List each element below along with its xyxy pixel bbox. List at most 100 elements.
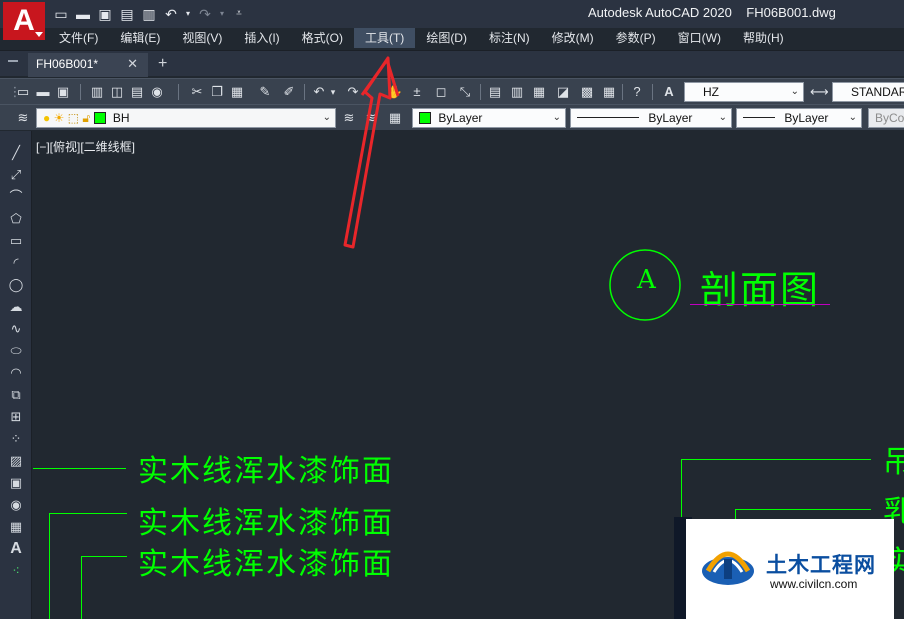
leader-line [735,509,871,510]
markup-icon[interactable]: ▩ [578,83,596,101]
title-bar: ▭ ▬ ▣ ▤ ▥ ↶ ▾ ↷ ▾ ⩡ Autodesk AutoCAD 202… [0,0,904,28]
chevron-down-icon [35,32,43,37]
spline-icon[interactable]: ∿ [6,319,26,339]
plot-preview-icon[interactable]: ◫ [108,83,126,101]
zoom-window-icon[interactable]: ◻ [432,83,450,101]
multiline-text-icon[interactable]: A [6,539,26,559]
dim-style-icon[interactable]: ⟷ [810,83,829,101]
add-selected-icon[interactable]: ⁖ [6,561,26,581]
viewport-freeze-icon[interactable]: ⬚ [68,111,79,125]
save-as-icon[interactable]: ▤ [118,5,136,23]
ellipse-arc-icon[interactable]: ◠ [6,363,26,383]
leader-line [681,459,871,460]
hatch-icon[interactable]: ▨ [6,451,26,471]
point-icon[interactable]: ⁘ [6,429,26,449]
toolbar-separator [480,84,481,100]
lock-icon[interactable]: 🔓︎ [82,111,90,125]
ellipse-icon[interactable]: ⬭ [6,341,26,361]
plotstyle-select[interactable]: ByCo [868,108,904,128]
plot-icon[interactable]: ▥ [88,83,106,101]
redo-icon[interactable]: ↷ [344,83,362,101]
pan-icon[interactable]: ✋ [386,83,404,101]
layer-states-icon[interactable]: ▦ [386,109,404,127]
undo-icon[interactable]: ↶ [162,5,180,23]
polygon-icon[interactable]: ⬠ [6,209,26,229]
match-properties-icon[interactable]: ✎ [256,83,274,101]
cut-icon[interactable]: ✂ [188,83,206,101]
publish-web-icon[interactable]: ◉ [148,83,166,101]
zoom-realtime-icon[interactable]: ± [408,83,426,101]
new-icon[interactable]: ▭ [14,83,32,101]
tab-menu-icon[interactable] [8,60,18,62]
color-select[interactable]: ByLayer ⌄ [412,108,566,128]
sun-icon[interactable]: ☀ [54,111,65,125]
construction-line-icon[interactable]: ⤢ [6,165,26,185]
revision-cloud-icon[interactable]: ☁ [6,297,26,317]
linetype-select[interactable]: ByLayer ⌄ [570,108,732,128]
menu-format[interactable]: 格式(O) [291,28,354,48]
make-block-icon[interactable]: ⊞ [6,407,26,427]
design-center-icon[interactable]: ▥ [508,83,526,101]
line-icon[interactable]: ╱ [6,143,26,163]
chevron-down-icon: ⌄ [322,112,331,123]
insert-block-icon[interactable]: ⧉ [6,385,26,405]
new-file-icon[interactable]: ▭ [52,5,70,23]
redo-dropdown-icon[interactable]: ▾ [218,5,226,23]
region-icon[interactable]: ◉ [6,495,26,515]
layer-previous-icon[interactable]: ≋ [362,109,380,127]
open-folder-icon[interactable]: ▬ [74,5,92,23]
menu-dimension[interactable]: 标注(N) [478,28,541,48]
section-bubble-label: A [637,265,656,295]
text-style-select[interactable]: HZ ⌄ [684,82,804,102]
arc-icon[interactable]: ◜ [6,253,26,273]
layer-color-swatch [93,112,106,124]
table-icon[interactable]: ▦ [6,517,26,537]
layer-properties-icon[interactable]: ≋ [14,109,32,127]
undo-dropdown-icon[interactable]: ▾ [184,5,192,23]
customize-qat-icon[interactable]: ⩡ [230,5,248,23]
new-tab-icon[interactable]: + [158,55,167,73]
menu-edit[interactable]: 编辑(E) [109,28,171,48]
close-icon[interactable]: ✕ [127,53,138,75]
menu-help[interactable]: 帮助(H) [732,28,795,48]
publish-icon[interactable]: ▤ [128,83,146,101]
menu-tools[interactable]: 工具(T) [353,28,416,48]
polyline-icon[interactable]: ⌒ [6,187,26,207]
properties-icon[interactable]: ▤ [486,83,504,101]
sheet-set-icon[interactable]: ◪ [554,83,572,101]
viewport-controls[interactable]: [−][俯视][二维线框] [36,138,135,155]
text-style-icon[interactable]: A [660,83,678,101]
help-icon[interactable]: ? [628,83,646,101]
layer-select[interactable]: ● ☀ ⬚ 🔓︎ BH ⌄ [36,108,336,128]
save-icon[interactable]: ▣ [54,83,72,101]
paste-icon[interactable]: ▦ [228,83,246,101]
zoom-previous-icon[interactable]: ⤡ [456,83,474,101]
menu-parametric[interactable]: 参数(P) [605,28,667,48]
open-icon[interactable]: ▬ [34,83,52,101]
menu-insert[interactable]: 插入(I) [233,28,290,48]
dim-style-select[interactable]: STANDARD [832,82,904,102]
redo-icon[interactable]: ↷ [196,5,214,23]
make-current-layer-icon[interactable]: ≋ [340,109,358,127]
copy-icon[interactable]: ❐ [208,83,226,101]
gradient-icon[interactable]: ▣ [6,473,26,493]
layer-name: BH [112,111,130,125]
lightbulb-icon[interactable]: ● [43,111,50,125]
circle-icon[interactable]: ◯ [6,275,26,295]
menu-view[interactable]: 视图(V) [171,28,233,48]
undo-dropdown-icon[interactable]: ▾ [328,83,338,101]
lineweight-select[interactable]: ByLayer ⌄ [736,108,862,128]
application-menu-button[interactable]: A [3,2,45,40]
print-icon[interactable]: ▥ [140,5,158,23]
tool-palettes-icon[interactable]: ▦ [530,83,548,101]
menu-window[interactable]: 窗口(W) [667,28,732,48]
menu-draw[interactable]: 绘图(D) [415,28,478,48]
calculator-icon[interactable]: ▦ [600,83,618,101]
block-editor-icon[interactable]: ✐ [280,83,298,101]
save-icon[interactable]: ▣ [96,5,114,23]
menu-file[interactable]: 文件(F) [48,28,109,48]
menu-modify[interactable]: 修改(M) [541,28,605,48]
tab-fh06b001[interactable]: FH06B001* ✕ [28,53,148,77]
rectangle-icon[interactable]: ▭ [6,231,26,251]
undo-icon[interactable]: ↶ [310,83,328,101]
